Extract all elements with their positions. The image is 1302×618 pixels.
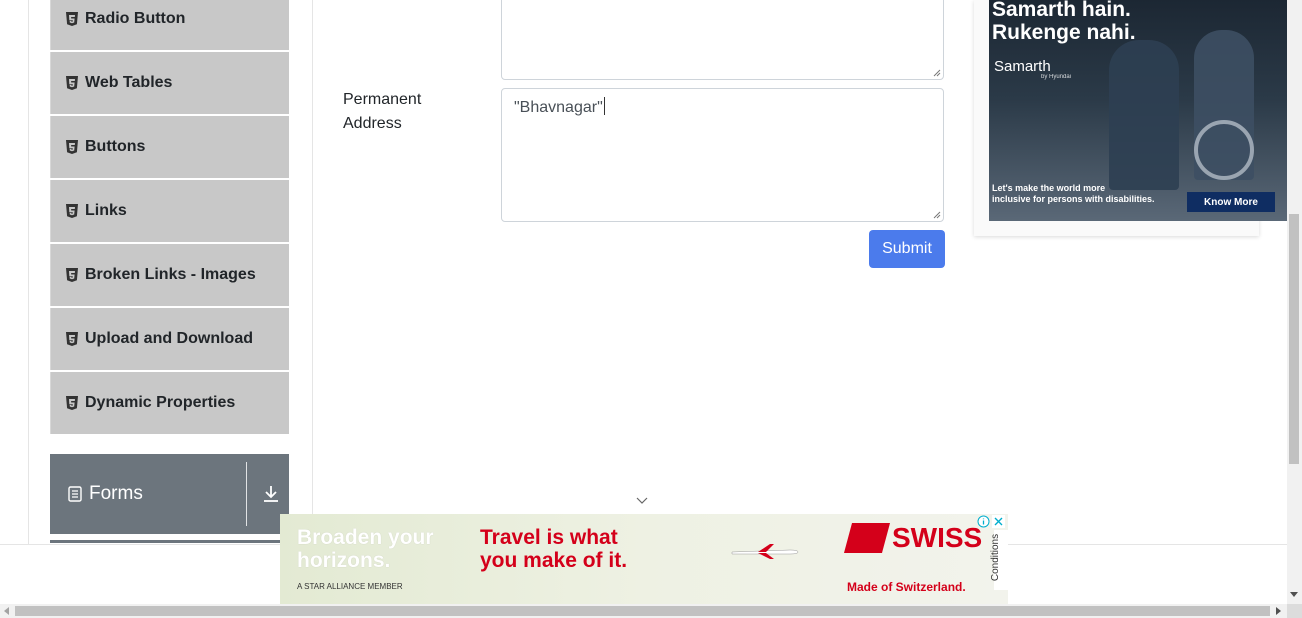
sidebar-group-title: Forms <box>89 483 143 504</box>
text-caret <box>603 97 605 115</box>
know-more-button[interactable]: Know More <box>1187 192 1275 212</box>
sidebar-item-label: Web Tables <box>85 74 173 91</box>
scroll-down-arrow-icon[interactable] <box>1290 592 1298 597</box>
ad-slogan: Made of Switzerland. <box>847 580 966 594</box>
sidebar-item-buttons[interactable]: Buttons <box>50 116 289 178</box>
horizontal-scrollbar[interactable] <box>0 604 1287 618</box>
swiss-flag-icon <box>843 523 891 553</box>
download-arrow-icon[interactable] <box>262 484 280 504</box>
sidebar-item-label: Buttons <box>85 138 146 155</box>
ad-brand: Samarth <box>994 58 1051 75</box>
horizontal-scroll-thumb[interactable] <box>15 606 1270 616</box>
sidebar-group-forms[interactable]: Forms <box>50 454 289 534</box>
sidebar-item-dynamic-properties[interactable]: Dynamic Properties <box>50 372 289 434</box>
ad-info-icon[interactable] <box>977 515 990 528</box>
ad-person-figure <box>1109 40 1179 190</box>
form-icon <box>68 486 82 502</box>
ad-banner-swiss[interactable]: Broaden your horizons. Travel is what you … <box>280 514 1008 604</box>
conditions-link[interactable]: Conditions <box>990 530 1008 590</box>
sidebar-item-label: Broken Links - Images <box>85 266 256 283</box>
ad-tagline: Let's make the world more inclusive for p… <box>992 183 1155 204</box>
ad-headline: Samarth hain. Rukenge nahi. <box>992 0 1136 44</box>
resize-grip-icon[interactable] <box>933 69 941 77</box>
wheelchair-icon <box>1194 120 1254 180</box>
resize-grip-icon[interactable] <box>933 211 941 219</box>
html5-icon <box>66 204 78 218</box>
html5-icon <box>66 268 78 282</box>
scrollbar-corner <box>1287 604 1302 618</box>
html5-icon <box>66 396 78 410</box>
html5-icon <box>66 140 78 154</box>
next-group-edge <box>50 540 289 543</box>
sidebar-item-label: Links <box>85 202 127 219</box>
group-separator <box>246 462 247 526</box>
swiss-logo: SWISS <box>843 522 982 554</box>
vertical-scrollbar[interactable] <box>1287 0 1302 604</box>
scroll-right-arrow-icon[interactable] <box>1276 607 1281 615</box>
sidebar-item-label: Dynamic Properties <box>85 394 236 411</box>
permanent-address-textarea[interactable]: "Bhavnagar" <box>501 88 944 222</box>
star-alliance-text: A STAR ALLIANCE MEMBER <box>297 582 403 591</box>
sidebar-item-links[interactable]: Links <box>50 180 289 242</box>
airplane-icon <box>731 544 799 559</box>
current-address-textarea[interactable] <box>501 0 944 80</box>
content-left-border <box>28 0 29 545</box>
sidebar-item-radio-button[interactable]: Radio Button <box>50 0 289 50</box>
html5-icon <box>66 12 78 26</box>
submit-button[interactable]: Submit <box>869 230 945 268</box>
sidebar-item-web-tables[interactable]: Web Tables <box>50 52 289 114</box>
permanent-address-label: Permanent Address <box>343 91 422 132</box>
vertical-scroll-thumb[interactable] <box>1289 214 1299 464</box>
sidebar-right-border <box>312 0 313 545</box>
ad-headline-red: Travel is what you make of it. <box>480 526 628 572</box>
ad-banner-samarth[interactable]: Samarth hain. Rukenge nahi. Samarth by Hy… <box>989 0 1287 221</box>
sidebar: Radio Button Web Tables Buttons Links Br… <box>50 0 289 436</box>
sidebar-item-label: Radio Button <box>85 10 186 27</box>
permanent-address-value: "Bhavnagar" <box>514 99 603 116</box>
sidebar-item-broken-links[interactable]: Broken Links - Images <box>50 244 289 306</box>
ad-brand-sub: by Hyundai <box>1041 74 1072 80</box>
chevron-down-icon <box>636 497 648 504</box>
ad-headline-white: Broaden your horizons. <box>297 526 434 572</box>
ad-close-icon[interactable] <box>992 515 1005 528</box>
html5-icon <box>66 332 78 346</box>
scroll-left-arrow-icon[interactable] <box>4 607 9 615</box>
sidebar-item-upload-download[interactable]: Upload and Download <box>50 308 289 370</box>
sidebar-item-label: Upload and Download <box>85 330 253 347</box>
html5-icon <box>66 76 78 90</box>
